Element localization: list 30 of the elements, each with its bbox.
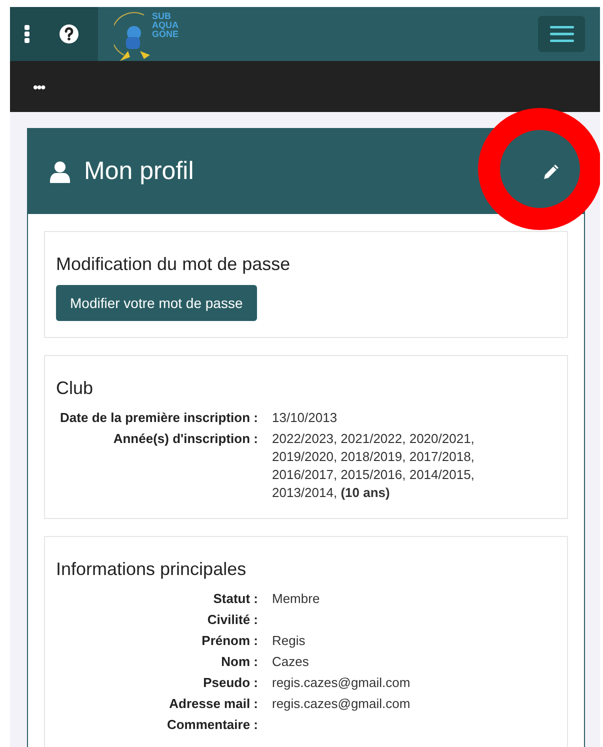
field-label: Commentaire : [166,716,258,734]
field-label: Pseudo : [202,674,258,692]
field-label: Adresse mail : [168,695,258,713]
ellipsis-link[interactable]: ••• [33,78,45,94]
field-value: regis.cazes@gmail.com [272,695,412,713]
logo-text: SUB AQUA GONE [152,12,179,39]
menu-button[interactable] [538,16,585,52]
field-label: Statut : [212,590,258,608]
change-password-button[interactable]: Modifier votre mot de passe [56,285,257,321]
section-title: Modification du mot de passe [56,254,292,275]
field-value: 13/10/2013 [272,409,338,427]
field-label: Année(s) d'inscription : [112,430,258,448]
field-value: 2022/2023, 2021/2022, 2020/2021, 2019/2020, 2018/2019, 2017/2018, 2016/2017, 2015/2016, 2014/2015, 2013/2014, (10 ans) [272,430,476,502]
help-icon[interactable] [59,24,79,44]
section-title: Club [56,378,94,399]
field-value: regis.cazes@gmail.com [272,674,412,692]
field-value: Membre [272,590,321,608]
field-value: Cazes [272,653,310,671]
field-label: Civilité : [206,611,258,629]
pencil-icon[interactable] [543,163,560,180]
menu-icon [550,26,574,42]
field-label: Nom : [220,653,258,671]
field-label: Date de la première inscription : [59,409,258,427]
diver-logo-icon [114,11,150,61]
user-icon [50,160,70,182]
card-title: Mon profil [84,157,194,186]
section-title: Informations principales [56,559,248,580]
field-label: Prénom : [200,632,258,650]
field-value: Regis [272,632,306,650]
kebab-menu-icon[interactable] [24,25,30,43]
